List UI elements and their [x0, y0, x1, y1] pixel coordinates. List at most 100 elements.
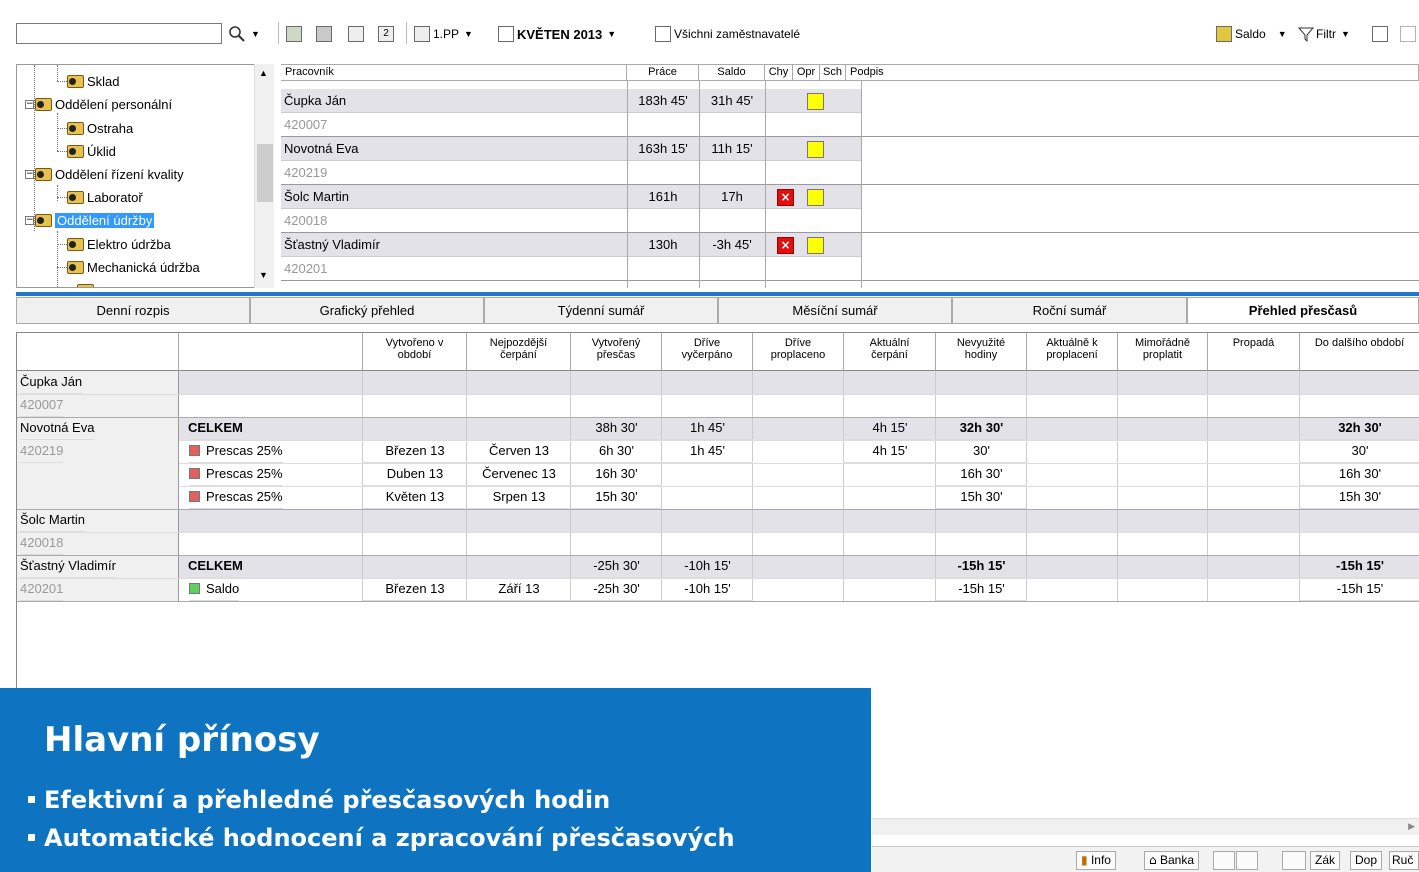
search-button[interactable]: ▼	[228, 22, 260, 46]
bank-button[interactable]: ⌂ Banka	[1144, 851, 1199, 870]
department-icon	[35, 213, 52, 227]
tab-daily[interactable]: Denní rozpis	[16, 297, 250, 324]
tree-item-label: Mechanická údržba	[87, 259, 200, 275]
correction-indicator[interactable]	[807, 93, 824, 110]
cell: Červen 13	[467, 440, 571, 463]
column-header[interactable]: Podpis	[846, 65, 1419, 81]
tree-item[interactable]: Mechanická údržba	[57, 256, 200, 278]
column-header[interactable]: Propadá	[1208, 333, 1300, 371]
scroll-thumb[interactable]	[257, 144, 273, 202]
column-header[interactable]: Sch	[820, 65, 846, 81]
month-selector[interactable]: KVĚTEN 2013 ▼	[498, 22, 616, 46]
cell: 32h 30'	[936, 417, 1027, 440]
pp-selector[interactable]: 1.PP ▼	[414, 22, 473, 46]
tree-item[interactable]: Elektro údržba	[57, 233, 171, 255]
number-two-icon[interactable]: 2	[378, 26, 394, 42]
correction-indicator[interactable]	[807, 189, 824, 206]
tree-item[interactable]: Laboratoř	[57, 186, 143, 208]
column-header[interactable]	[17, 333, 179, 371]
overtime-color-icon	[189, 468, 200, 479]
person-id: 420219	[20, 440, 64, 463]
employee-name: Šťastný Vladimír	[284, 237, 380, 252]
column-header[interactable]	[179, 333, 363, 371]
copy-icon[interactable]	[1282, 851, 1306, 870]
tree-item[interactable]: Ostraha	[57, 117, 133, 139]
employee-name: Šolc Martin	[284, 189, 350, 204]
column-header[interactable]: Nejpozdější čerpání	[467, 333, 571, 371]
scroll-right-icon[interactable]: ▶	[1408, 821, 1415, 832]
tab-yearly[interactable]: Roční sumář	[952, 297, 1187, 324]
column-header[interactable]: Mimořádně proplatit	[1118, 333, 1208, 371]
tab-overtime[interactable]: Přehled přesčasů	[1187, 297, 1419, 324]
error-icon[interactable]: ×	[777, 189, 794, 206]
tree-item[interactable]: − Oddělení personální	[25, 93, 172, 115]
employee-id: 420007	[284, 117, 328, 132]
correction-indicator[interactable]	[807, 237, 824, 254]
bank-label: Banka	[1159, 853, 1194, 867]
grid-icon[interactable]	[1400, 26, 1416, 42]
cell: 38h 30'	[571, 417, 662, 440]
chevron-down-icon: ▼	[607, 29, 617, 39]
chevron-down-icon: ▼	[464, 29, 473, 39]
ruc-button[interactable]: Ruč	[1389, 851, 1419, 870]
column-header[interactable]: Chy	[765, 65, 793, 81]
scroll-down-icon[interactable]: ▼	[259, 270, 268, 280]
employers-selector[interactable]: Všichni zaměstnavatelé	[655, 22, 800, 46]
search-icon	[229, 26, 245, 42]
zak-button[interactable]: Zák	[1310, 851, 1341, 870]
column-header[interactable]: Práce	[627, 65, 699, 81]
group-icon[interactable]	[316, 26, 332, 42]
cell: -15h 15'	[1300, 555, 1419, 578]
column-header[interactable]: Saldo	[699, 65, 765, 81]
tab-weekly[interactable]: Týdenní sumář	[484, 297, 718, 324]
tree-item-label: Oddělení údržby	[55, 212, 155, 228]
tree-item-selected[interactable]: − Oddělení údržby	[25, 209, 155, 231]
cell: 1h 45'	[662, 417, 753, 440]
column-header[interactable]: Dříve vyčerpáno	[662, 333, 753, 371]
filter-button[interactable]: Filtr ▼	[1298, 22, 1350, 46]
filter-icon	[1298, 27, 1314, 42]
tree-scrollbar[interactable]: ▲ ▼	[254, 64, 274, 288]
collapse-icon[interactable]: −	[25, 215, 34, 225]
column-header[interactable]: Vytvořeno v období	[363, 333, 467, 371]
horizontal-scrollbar[interactable]: ▶	[872, 818, 1419, 835]
scroll-up-icon[interactable]: ▲	[259, 68, 268, 78]
tree-item[interactable]: Úklid	[57, 140, 116, 162]
tree-item[interactable]: − Oddělení řízení kvality	[25, 163, 184, 185]
column-header[interactable]: Nevyužité hodiny	[936, 333, 1027, 371]
info-button[interactable]: ▮ Info	[1076, 851, 1116, 870]
cell: 30'	[936, 440, 1027, 463]
work-value: 130h	[648, 237, 678, 252]
column-header[interactable]: Dříve proplaceno	[753, 333, 844, 371]
correction-indicator[interactable]	[807, 141, 824, 158]
search-input[interactable]	[16, 23, 222, 44]
cell: Březen 13	[363, 578, 467, 601]
column-header[interactable]: Pracovník	[281, 65, 627, 81]
cell: 15h 30'	[1300, 486, 1419, 509]
cell: -10h 15'	[662, 555, 753, 578]
columns-icon[interactable]	[1372, 26, 1388, 42]
tab-strip-accent	[16, 292, 1419, 296]
tab-monthly[interactable]: Měsíční sumář	[718, 297, 952, 324]
error-icon[interactable]: ×	[777, 237, 794, 254]
money-down-icon[interactable]	[1236, 851, 1258, 870]
column-header[interactable]: Vytvořený přesčas	[571, 333, 662, 371]
person-down-icon[interactable]	[1213, 851, 1235, 870]
column-header[interactable]: Aktuální čerpání	[844, 333, 936, 371]
calendar-icon[interactable]	[348, 26, 364, 42]
tab-graphic[interactable]: Grafický přehled	[250, 297, 484, 324]
column-header[interactable]: Opr	[793, 65, 820, 81]
cell: 15h 30'	[936, 486, 1027, 509]
tree-item-partial[interactable]	[77, 279, 97, 287]
column-header[interactable]: Do dalšího období	[1300, 333, 1419, 371]
people-icon[interactable]	[286, 26, 302, 42]
collapse-icon[interactable]: −	[25, 169, 34, 179]
column-header[interactable]: Aktuálně k proplacení	[1027, 333, 1118, 371]
employee-list: Pracovník Práce Saldo Chy Opr Sch Podpis…	[281, 64, 1419, 288]
saldo-button[interactable]: Saldo ▼	[1216, 22, 1287, 46]
person-id: 420007	[20, 394, 64, 417]
tree-item[interactable]: Sklad	[57, 70, 120, 92]
collapse-icon[interactable]: −	[25, 99, 34, 109]
department-icon	[35, 167, 52, 181]
dop-button[interactable]: Dop	[1350, 851, 1383, 870]
